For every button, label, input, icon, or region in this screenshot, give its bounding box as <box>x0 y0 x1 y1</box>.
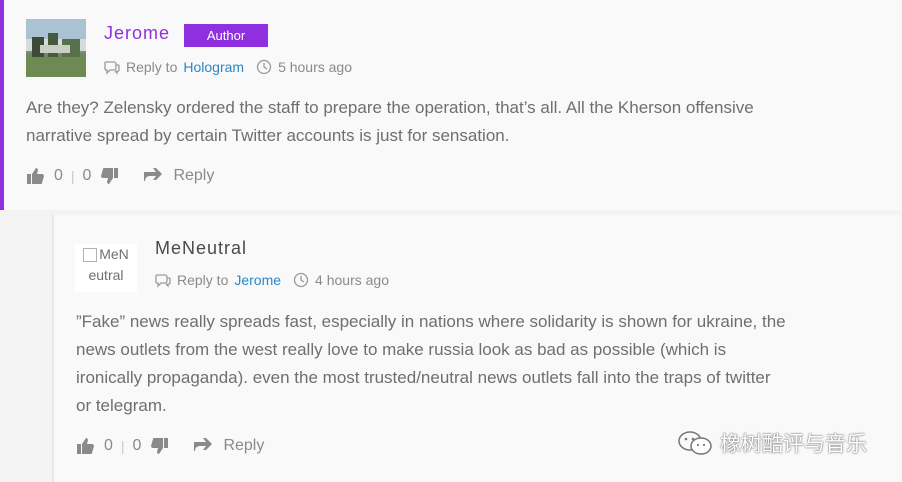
comment-author-name[interactable]: MeNeutral <box>155 238 247 259</box>
vote-separator: | <box>70 168 75 184</box>
reply-to-user-link[interactable]: Hologram <box>183 59 244 75</box>
comment-text-line: ”Fake” news really spreads fast, especia… <box>76 312 786 331</box>
comment-text-line: ironically propaganda). even the most tr… <box>76 368 771 387</box>
comment-actions: 0 | 0 Reply <box>76 436 264 456</box>
avatar-alt-text: MeN <box>99 246 129 262</box>
comment-body: Are they? Zelensky ordered the staff to … <box>26 94 754 150</box>
upvote-count: 0 <box>54 167 63 184</box>
avatar-alt-line-1: MeN <box>75 244 137 265</box>
comment-meta: Reply to Jerome 4 hours ago <box>155 272 389 288</box>
reply-arrow-icon[interactable] <box>143 166 165 186</box>
clock-icon <box>293 272 309 288</box>
reply-button[interactable]: Reply <box>173 167 214 185</box>
clock-icon <box>256 59 272 75</box>
wechat-icon <box>678 431 712 455</box>
avatar-alt-line-2: eutral <box>88 267 124 283</box>
watermark-text: 橡树酷评与音乐 <box>720 432 867 456</box>
comment-text-line: or telegram. <box>76 396 167 415</box>
reply-to-label: Reply to <box>177 272 229 288</box>
avatar-meneutral[interactable]: MeN eutral <box>75 244 137 292</box>
reply-button[interactable]: Reply <box>223 437 264 455</box>
vote-separator: | <box>120 438 125 454</box>
reply-to-icon <box>104 61 120 75</box>
comment-timestamp[interactable]: 4 hours ago <box>315 272 389 288</box>
thumbs-up-icon[interactable] <box>26 166 46 186</box>
thumbs-down-icon[interactable] <box>99 166 119 186</box>
comment-timestamp[interactable]: 5 hours ago <box>278 59 352 75</box>
comment-body: ”Fake” news really spreads fast, especia… <box>76 308 786 420</box>
broken-image-icon <box>83 248 98 263</box>
comment-author-name[interactable]: Jerome <box>104 23 170 44</box>
author-badge: Author <box>184 24 268 47</box>
downvote-count: 0 <box>132 437 142 454</box>
comment-text-line: Are they? Zelensky ordered the staff to … <box>26 98 754 117</box>
comment-text-line: narrative spread by certain Twitter acco… <box>26 126 510 145</box>
comment-meta: Reply to Hologram 5 hours ago <box>104 59 352 75</box>
avatar-jerome[interactable] <box>26 19 86 77</box>
comment-text-line: news outlets from the west really love t… <box>76 340 727 359</box>
reply-to-icon <box>155 274 171 288</box>
watermark: 橡树酷评与音乐 <box>676 428 867 458</box>
thumbs-down-icon[interactable] <box>149 436 169 456</box>
reply-to-user-link[interactable]: Jerome <box>234 272 281 288</box>
downvote-count: 0 <box>82 167 92 184</box>
avatar-image-icon <box>26 19 86 77</box>
thumbs-up-icon[interactable] <box>76 436 96 456</box>
comment-actions: 0 | 0 Reply <box>26 166 214 186</box>
reply-arrow-icon[interactable] <box>193 436 215 456</box>
reply-to-label: Reply to <box>126 59 178 75</box>
upvote-count: 0 <box>104 437 113 454</box>
